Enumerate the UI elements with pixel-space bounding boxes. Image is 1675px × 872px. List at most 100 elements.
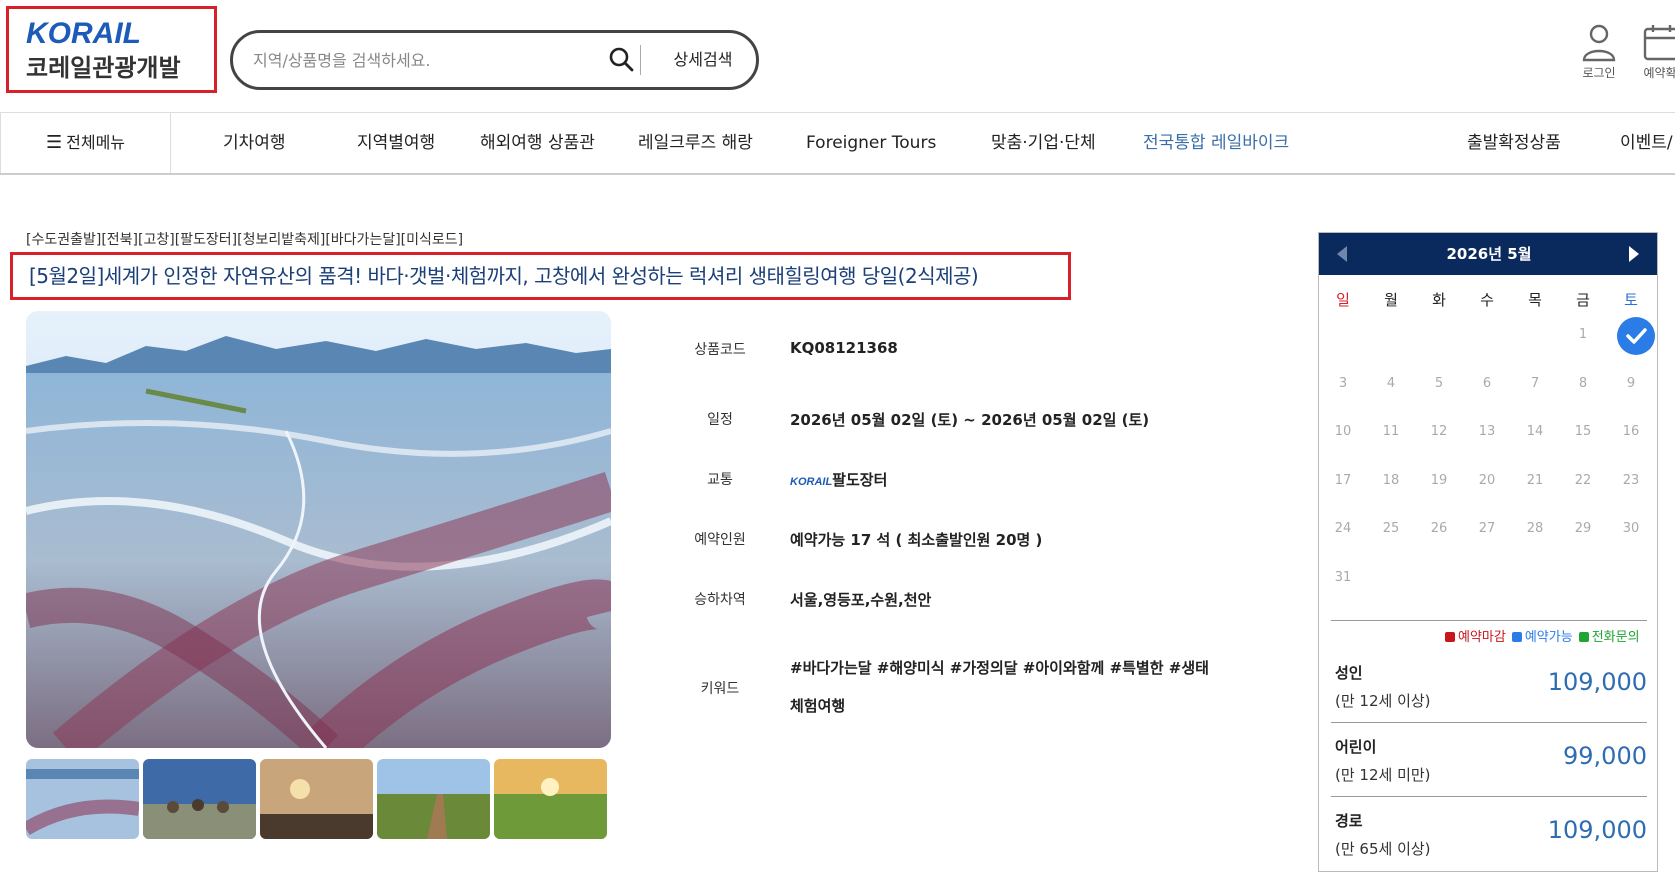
price-value: 109,000 [1547, 668, 1647, 696]
user-icon [1582, 24, 1616, 62]
calendar-day: 27 [1478, 521, 1496, 536]
reservation-button[interactable]: 예약확 [1630, 22, 1675, 88]
calendar-day: 19 [1430, 473, 1448, 488]
calendar-day: 16 [1622, 424, 1640, 439]
calendar-day: 31 [1334, 570, 1352, 585]
site-header: KORAIL 코레일관광개발 상세검색 로그인 예약확 [0, 0, 1675, 112]
transport-label: 교통 [707, 472, 733, 488]
nav-item-confirmed[interactable]: 출발확정상품 [1467, 113, 1561, 173]
calendar-day: 28 [1526, 521, 1544, 536]
legend-label: 예약마감 [1458, 630, 1506, 645]
calendar-day: 30 [1622, 521, 1640, 536]
legend-swatch [1578, 632, 1589, 642]
prev-month-icon[interactable] [1335, 245, 1349, 263]
search-input[interactable] [253, 45, 603, 75]
all-menu-label: 전체메뉴 [66, 133, 126, 152]
korail-logo[interactable]: KORAIL 코레일관광개발 [6, 6, 217, 93]
product-title: [5월2일]세계가 인정한 자연유산의 품격! 바다·갯벌·체험까지, 고창에서… [29, 264, 979, 288]
calendar-day: 22 [1574, 473, 1592, 488]
nav-item-foreigner-tours[interactable]: Foreigner Tours [806, 113, 936, 173]
calendar-day: 18 [1382, 473, 1400, 488]
thumbnail-image-tidal-flat [26, 759, 139, 839]
price-type: 경로 [1335, 812, 1363, 830]
selected-day-check[interactable] [1617, 317, 1655, 355]
calendar-day: 24 [1334, 521, 1352, 536]
tidal-flat-photo [26, 311, 611, 748]
thumbnail-4[interactable] [377, 759, 490, 839]
calendar-day: 26 [1430, 521, 1448, 536]
calendar-header: 2026년 5월 [1319, 233, 1657, 275]
nav-item-rail-bike[interactable]: 전국통합 레일바이크 [1143, 113, 1289, 173]
main-navigation: ☰ 전체메뉴 기차여행 지역별여행 해외여행 상품관 레일크루즈 해랑 Forei… [0, 112, 1675, 175]
thumbnail-5[interactable] [494, 759, 607, 839]
price-value: 109,000 [1547, 816, 1647, 844]
search-box: 상세검색 [230, 30, 759, 90]
price-row: 경로 (만 65세 이상) 109,000 [1331, 796, 1647, 870]
detail-search-button[interactable]: 상세검색 [653, 47, 753, 73]
calendar-legend: 예약마감 예약가능 전화문의 [1439, 626, 1659, 645]
next-month-icon[interactable] [1627, 245, 1641, 263]
calendar-day: 6 [1482, 376, 1492, 391]
product-title-box: [5월2일]세계가 인정한 자연유산의 품격! 바다·갯벌·체험까지, 고창에서… [10, 252, 1071, 300]
nav-item-overseas[interactable]: 해외여행 상품관 [480, 113, 595, 173]
calendar-day: 5 [1434, 376, 1444, 391]
calendar-day: 3 [1338, 376, 1348, 391]
capacity-value: 예약가능 17 석 ( 최소출발인원 20명 ) [790, 531, 1043, 549]
calendar-day: 15 [1574, 424, 1592, 439]
calendar-day: 12 [1430, 424, 1448, 439]
nav-item-event[interactable]: 이벤트/ [1620, 113, 1673, 173]
nav-item-rail-cruise[interactable]: 레일크루즈 해랑 [638, 113, 753, 173]
login-button[interactable]: 로그인 [1569, 22, 1629, 88]
all-menu-button[interactable]: ☰ 전체메뉴 [0, 113, 171, 173]
calendar-month-title: 2026년 5월 [1446, 245, 1532, 263]
calendar-weekday: 토 [1624, 291, 1638, 309]
search-divider [640, 45, 641, 75]
keyword-value: #바다가는달 #해양미식 #가정의달 #아이와함께 #특별한 #생태체험여행 [790, 659, 1209, 715]
price-row: 성인 (만 12세 이상) 109,000 [1331, 648, 1647, 722]
calendar-weekday: 목 [1528, 291, 1542, 309]
keyword-label: 키워드 [700, 681, 740, 697]
thumbnail-image-sunset [260, 759, 373, 839]
calendar-day: 23 [1622, 473, 1640, 488]
nav-item-train-travel[interactable]: 기차여행 [223, 113, 286, 173]
login-label: 로그인 [1582, 66, 1616, 80]
price-condition: (만 65세 이상) [1335, 840, 1431, 858]
reservation-label: 예약확 [1643, 66, 1675, 80]
main-product-photo[interactable] [26, 311, 611, 748]
price-type: 성인 [1335, 664, 1363, 682]
legend-swatch [1445, 632, 1455, 642]
station-value: 서울,영등포,수원,천안 [790, 591, 932, 609]
price-condition: (만 12세 미만) [1335, 766, 1431, 784]
thumbnail-2[interactable] [143, 759, 256, 839]
nav-item-regional-travel[interactable]: 지역별여행 [357, 113, 435, 173]
calendar-day: 17 [1334, 473, 1352, 488]
legend-label: 전화문의 [1591, 630, 1640, 645]
calendar-day: 9 [1626, 376, 1636, 391]
schedule-label: 일정 [707, 412, 733, 428]
legend-label: 예약가능 [1524, 630, 1573, 645]
thumbnail-3[interactable] [260, 759, 373, 839]
price-row: 어린이 (만 12세 미만) 99,000 [1331, 722, 1647, 796]
thumbnail-image-boardwalk [377, 759, 490, 839]
thumbnail-1[interactable] [26, 759, 139, 839]
price-divider [1331, 796, 1647, 797]
transport-value: KORAIL팔도장터 [790, 469, 887, 490]
search-icon[interactable] [605, 43, 639, 77]
calendar-day: 1 [1578, 327, 1588, 342]
calendar-day: 4 [1386, 376, 1396, 391]
calendar-day: 25 [1382, 521, 1400, 536]
product-code-value: KQ08121368 [790, 339, 898, 357]
legend-swatch [1511, 632, 1522, 642]
calendar-weekday: 금 [1576, 291, 1590, 309]
calendar-weekday: 일 [1336, 291, 1350, 309]
nav-item-custom-group[interactable]: 맞춤·기업·단체 [991, 113, 1096, 173]
price-divider [1331, 722, 1647, 723]
korail-mini-logo: KORAIL [790, 476, 833, 488]
calendar-day: 7 [1530, 376, 1540, 391]
calendar-day: 20 [1478, 473, 1496, 488]
calendar-weekday: 월 [1384, 291, 1398, 309]
logo-company-name: 코레일관광개발 [26, 54, 181, 82]
transport-text: 팔도장터 [832, 471, 888, 489]
capacity-label: 예약인원 [694, 532, 746, 548]
schedule-value: 2026년 05월 02일 (토) ~ 2026년 05월 02일 (토) [790, 411, 1150, 429]
